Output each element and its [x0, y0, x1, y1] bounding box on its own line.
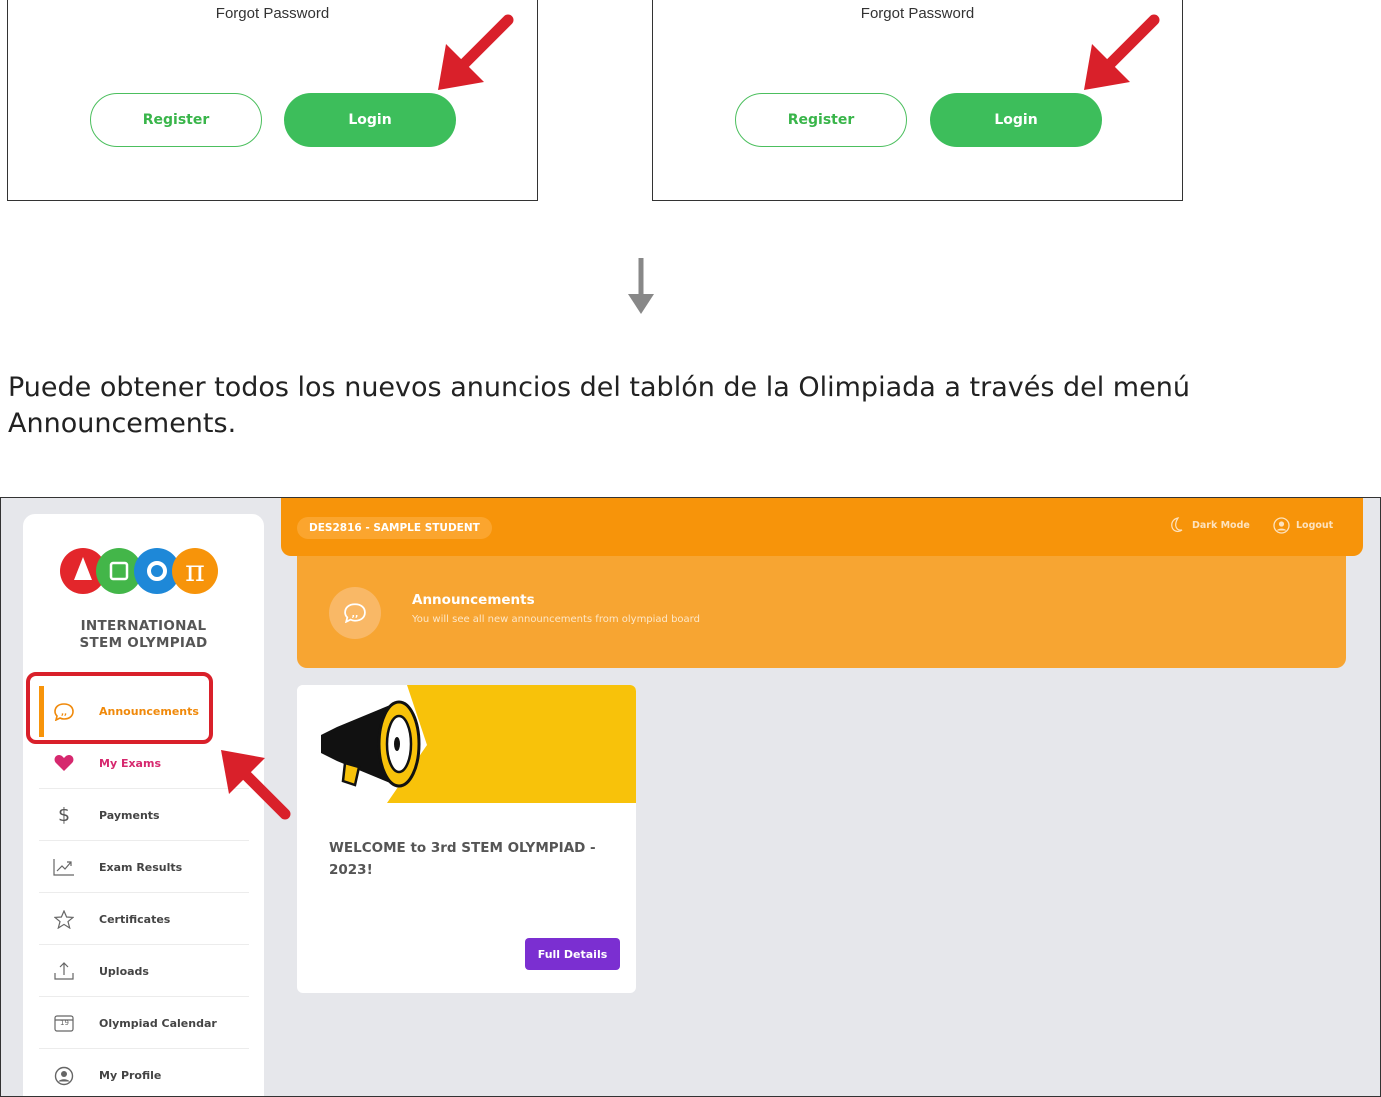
student-badge: DES2816 - SAMPLE STUDENT: [297, 517, 492, 539]
full-details-button[interactable]: Full Details: [525, 938, 620, 970]
dark-mode-toggle[interactable]: Dark Mode: [1169, 517, 1250, 533]
down-arrow-icon: [628, 258, 654, 314]
announcement-title: WELCOME to 3rd STEM OLYMPIAD - 2023!: [329, 840, 596, 878]
brand-name: INTERNATIONAL STEM OLYMPIAD: [79, 618, 208, 651]
sidebar-item-olympiad-calendar[interactable]: 19 Olympiad Calendar: [39, 998, 249, 1049]
sidebar-item-exam-results[interactable]: Exam Results: [39, 842, 249, 893]
sidebar-item-my-profile[interactable]: My Profile: [39, 1050, 249, 1096]
page-header-banner: ,, Announcements You will see all new an…: [297, 556, 1346, 668]
moon-icon: [1171, 517, 1183, 533]
calendar-icon: 19: [51, 1013, 77, 1033]
highlight-box: [26, 672, 213, 744]
register-button[interactable]: Register: [735, 93, 907, 147]
megaphone-icon: [321, 700, 421, 788]
register-button[interactable]: Register: [90, 93, 262, 147]
red-arrow-icon: [438, 14, 514, 90]
olympiad-logo: π: [60, 548, 218, 594]
chart-icon: [51, 857, 77, 877]
logout-button[interactable]: Logout: [1273, 517, 1333, 534]
page-subtitle: You will see all new announcements from …: [412, 614, 700, 625]
user-icon: [51, 1066, 77, 1086]
heart-icon: [51, 753, 77, 773]
svg-text:,,: ,,: [352, 609, 359, 619]
dollar-icon: $: [57, 804, 71, 826]
instruction-text: Puede obtener todos los nuevos anuncios …: [8, 372, 1190, 439]
user-circle-icon: [1273, 517, 1290, 534]
svg-text:π: π: [185, 554, 205, 589]
upload-icon: [51, 961, 77, 981]
top-bar: DES2816 - SAMPLE STUDENT Dark Mode Logou…: [281, 498, 1363, 556]
announcement-card: WELCOME to 3rd STEM OLYMPIAD - 2023! Ful…: [297, 685, 636, 993]
red-arrow-icon: [1084, 14, 1160, 90]
star-icon: [51, 909, 77, 929]
sidebar-item-certificates[interactable]: Certificates: [39, 894, 249, 945]
sidebar-item-uploads[interactable]: Uploads: [39, 946, 249, 997]
chat-quote-icon: ,,: [329, 587, 381, 639]
page-title: Announcements: [412, 592, 535, 608]
red-arrow-icon: [221, 750, 291, 820]
app-screenshot: π INTERNATIONAL STEM OLYMPIAD ,, Announc…: [0, 497, 1381, 1097]
